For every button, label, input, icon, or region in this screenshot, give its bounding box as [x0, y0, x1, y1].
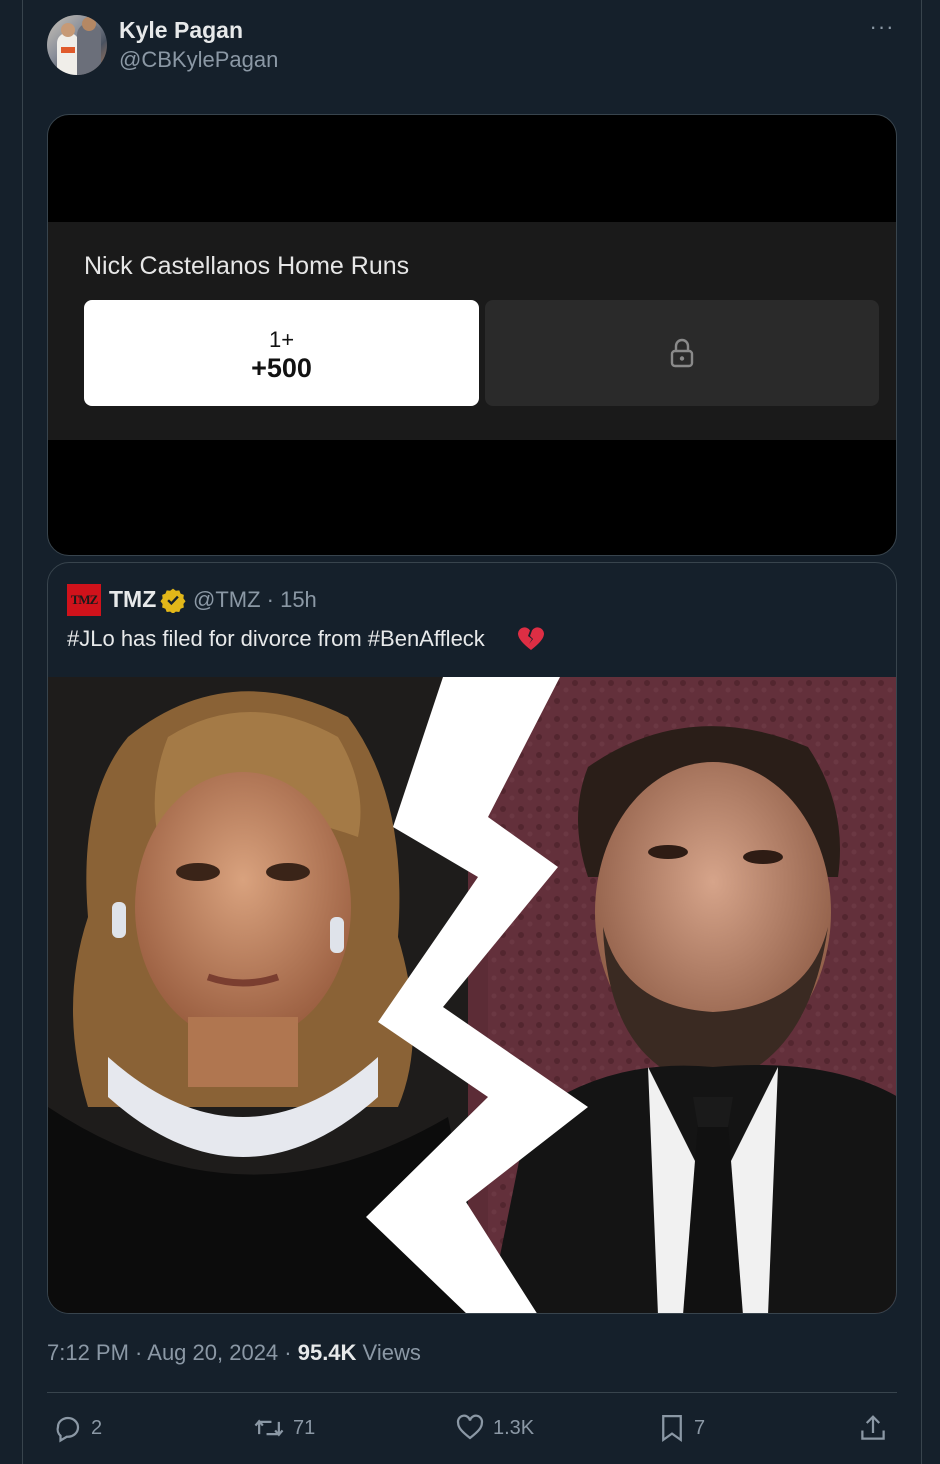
divider: [47, 1392, 897, 1393]
divorce-photo[interactable]: [48, 677, 896, 1313]
repost-button[interactable]: 71: [253, 1410, 315, 1446]
avatar[interactable]: [47, 15, 107, 75]
reply-button[interactable]: 2: [53, 1410, 102, 1446]
share-icon: [861, 1415, 885, 1440]
author-display-name[interactable]: Kyle Pagan: [119, 17, 243, 44]
more-options-icon[interactable]: ···: [866, 14, 898, 42]
reply-count: 2: [91, 1416, 103, 1439]
quoted-tweet[interactable]: TMZ TMZ @TMZ · 15h #JLo has filed for di…: [47, 562, 897, 1314]
quoted-handle-time: @TMZ · 15h: [193, 587, 317, 612]
bet-card-media[interactable]: Nick Castellanos Home Runs 1+ +500: [47, 114, 897, 556]
repost-count: 71: [293, 1416, 316, 1439]
like-count: 1.3K: [493, 1416, 535, 1439]
tmz-logo: TMZ: [67, 584, 101, 616]
quoted-author-name[interactable]: TMZ: [109, 586, 156, 613]
bookmark-button[interactable]: 7: [658, 1410, 705, 1446]
views-count: 95.4K: [297, 1340, 357, 1365]
reply-icon: [56, 1416, 80, 1443]
tweet-time-date[interactable]: 7:12 PM · Aug 20, 2024 ·: [47, 1340, 298, 1365]
bet-market-title: Nick Castellanos Home Runs: [84, 252, 410, 280]
bet-option-selected[interactable]: 1+ +500: [84, 300, 479, 406]
broken-heart-icon: [518, 627, 544, 650]
bet-panel: Nick Castellanos Home Runs 1+ +500: [48, 222, 896, 440]
bookmark-icon: [662, 1415, 682, 1443]
tweet-timestamp: 7:12 PM · Aug 20, 2024 · 95.4K Views: [47, 1340, 421, 1366]
repost-icon: [254, 1419, 284, 1437]
like-button[interactable]: 1.3K: [455, 1410, 534, 1446]
like-heart-icon: [456, 1414, 484, 1440]
share-button[interactable]: [858, 1410, 896, 1446]
verified-badge-icon: [160, 588, 186, 613]
quoted-tweet-text: #JLo has filed for divorce from #BenAffl…: [67, 626, 485, 651]
bet-option-locked: [485, 300, 879, 406]
views-label: Views: [356, 1340, 421, 1365]
author-handle[interactable]: @CBKylePagan: [119, 47, 278, 73]
bet-option-label: 1+: [268, 327, 295, 352]
lock-icon: [670, 338, 694, 368]
bookmark-count: 7: [694, 1416, 706, 1439]
bet-option-odds: +500: [251, 353, 312, 383]
